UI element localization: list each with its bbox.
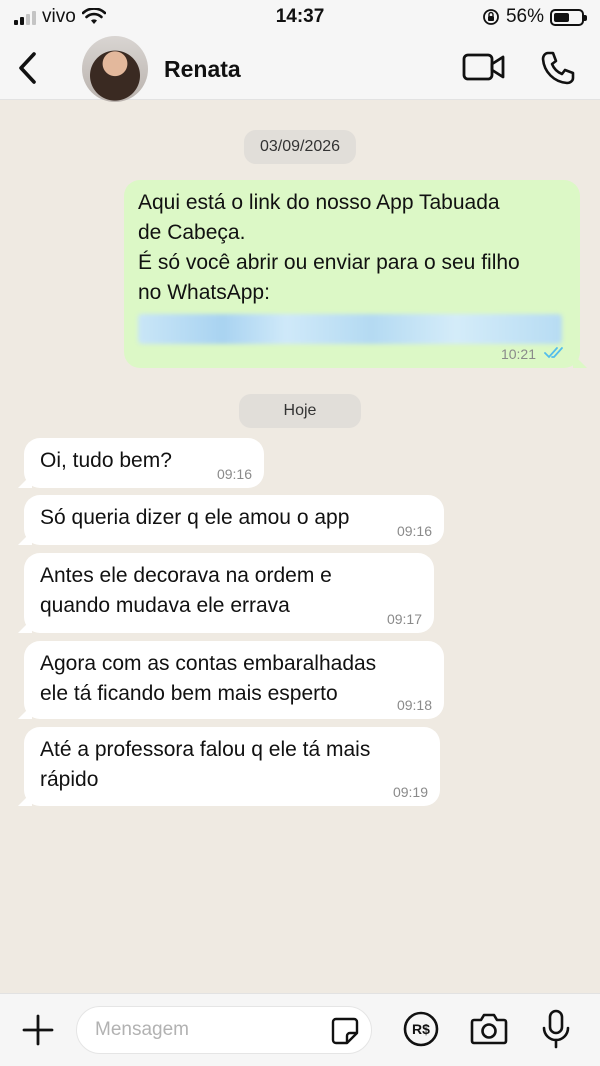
incoming-message[interactable]: Até a professora falou q ele tá mais ráp… [24,727,440,806]
incoming-message[interactable]: Agora com as contas embaralhadas ele tá … [24,641,444,719]
chevron-left-icon[interactable] [12,48,46,88]
plus-icon[interactable] [20,1012,56,1048]
orientation-lock-icon [483,9,499,25]
chat-header: Renata [0,34,600,102]
battery-icon [550,8,587,26]
message-line: É só você abrir ou enviar para o seu fil… [138,251,520,274]
date-separator: Hoje [239,394,361,428]
date-separator: 03/09/2026 [243,130,357,164]
outgoing-message[interactable]: Aqui está o link do nosso App Tabuada de… [124,180,580,368]
status-bar: vivo 14:37 56% [0,0,600,34]
message-line: Só queria dizer q ele amou o app [40,506,350,529]
camera-icon[interactable] [470,1010,508,1046]
message-time: 09:19 [392,784,428,800]
microphone-icon[interactable] [540,1008,572,1050]
battery-percent: 56% [505,6,544,27]
message-line: Aqui está o link do nosso App Tabuada [138,191,500,214]
contact-name[interactable]: Renata [164,56,241,83]
phone-icon[interactable] [540,50,576,86]
message-line: Antes ele decorava na ordem e [40,564,332,587]
chat-area[interactable]: 03/09/2026 Aqui está o link do nosso App… [0,100,600,993]
incoming-message[interactable]: Oi, tudo bem? 09:16 [24,438,264,488]
message-input[interactable] [76,1006,372,1054]
message-composer: R$ [0,993,600,1066]
message-time: 09:18 [396,697,432,713]
blurred-link[interactable] [138,314,562,344]
message-line: quando mudava ele errava [40,594,290,617]
message-line: Agora com as contas embaralhadas [40,652,377,675]
video-camera-icon[interactable] [462,52,506,82]
svg-text:R$: R$ [412,1021,430,1037]
sticker-icon[interactable] [330,1016,360,1046]
message-time: 09:17 [386,611,422,627]
message-time: 09:16 [396,523,432,539]
avatar[interactable] [82,36,148,102]
incoming-message[interactable]: Só queria dizer q ele amou o app 09:16 [24,495,444,545]
message-line: ele tá ficando bem mais esperto [40,682,338,705]
message-line: rápido [40,768,99,791]
message-time: 09:16 [216,466,252,482]
message-time: 10:21 [500,346,536,362]
brazilian-real-icon[interactable]: R$ [402,1010,440,1048]
message-line: no WhatsApp: [138,281,270,304]
incoming-message[interactable]: Antes ele decorava na ordem e quando mud… [24,553,434,633]
read-ticks-icon [544,347,563,359]
message-line: de Cabeça. [138,221,246,244]
message-line: Até a professora falou q ele tá mais [40,738,371,761]
battery-info: 56% [482,6,587,28]
